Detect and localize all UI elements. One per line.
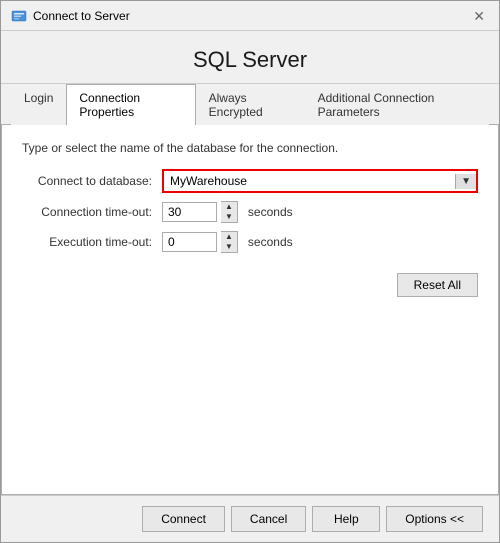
connect-button[interactable]: Connect (142, 506, 225, 532)
execution-timeout-spinner: ▲ ▼ seconds (162, 231, 293, 253)
connect-to-database-row: Connect to database: ▼ (22, 169, 478, 193)
dialog-icon (11, 8, 27, 24)
connection-timeout-down-button[interactable]: ▼ (221, 212, 237, 222)
tab-additional-params[interactable]: Additional Connection Parameters (305, 84, 489, 125)
dialog-footer: Connect Cancel Help Options << (1, 495, 499, 542)
connection-timeout-wrapper: ▲ ▼ seconds (162, 201, 478, 223)
options-button[interactable]: Options << (386, 506, 483, 532)
title-bar-left: Connect to Server (11, 8, 130, 24)
execution-timeout-row: Execution time-out: ▲ ▼ seconds (22, 231, 478, 253)
connection-timeout-spinner: ▲ ▼ seconds (162, 201, 293, 223)
dialog-header: SQL Server (1, 31, 499, 84)
help-button[interactable]: Help (312, 506, 380, 532)
reset-area: Reset All (22, 273, 478, 297)
reset-all-button[interactable]: Reset All (397, 273, 478, 297)
connection-timeout-up-button[interactable]: ▲ (221, 202, 237, 212)
connection-timeout-unit: seconds (248, 205, 293, 219)
connect-to-database-label: Connect to database: (22, 174, 162, 188)
connection-timeout-row: Connection time-out: ▲ ▼ seconds (22, 201, 478, 223)
connect-to-database-wrapper: ▼ (162, 169, 478, 193)
tab-bar: Login Connection Properties Always Encry… (1, 84, 499, 125)
tab-connection-properties[interactable]: Connection Properties (66, 84, 195, 125)
execution-timeout-label: Execution time-out: (22, 235, 162, 249)
database-dropdown-button[interactable]: ▼ (455, 174, 476, 189)
connection-timeout-input[interactable] (162, 202, 217, 222)
description-text: Type or select the name of the database … (22, 141, 478, 155)
connect-to-server-dialog: Connect to Server ✕ SQL Server Login Con… (0, 0, 500, 543)
execution-timeout-down-button[interactable]: ▼ (221, 242, 237, 252)
title-bar: Connect to Server ✕ (1, 1, 499, 31)
title-bar-text: Connect to Server (33, 9, 130, 23)
execution-timeout-unit: seconds (248, 235, 293, 249)
execution-timeout-spinner-buttons: ▲ ▼ (221, 231, 238, 253)
tab-always-encrypted[interactable]: Always Encrypted (196, 84, 305, 125)
connection-timeout-label: Connection time-out: (22, 205, 162, 219)
tab-login[interactable]: Login (11, 84, 66, 125)
app-title: SQL Server (193, 47, 307, 72)
execution-timeout-wrapper: ▲ ▼ seconds (162, 231, 478, 253)
database-dropdown-wrapper: ▼ (162, 169, 478, 193)
connection-timeout-spinner-buttons: ▲ ▼ (221, 201, 238, 223)
database-dropdown-input[interactable] (164, 171, 455, 191)
close-button[interactable]: ✕ (469, 9, 489, 23)
cancel-button[interactable]: Cancel (231, 506, 306, 532)
execution-timeout-up-button[interactable]: ▲ (221, 232, 237, 242)
dialog-content: Type or select the name of the database … (1, 125, 499, 495)
execution-timeout-input[interactable] (162, 232, 217, 252)
